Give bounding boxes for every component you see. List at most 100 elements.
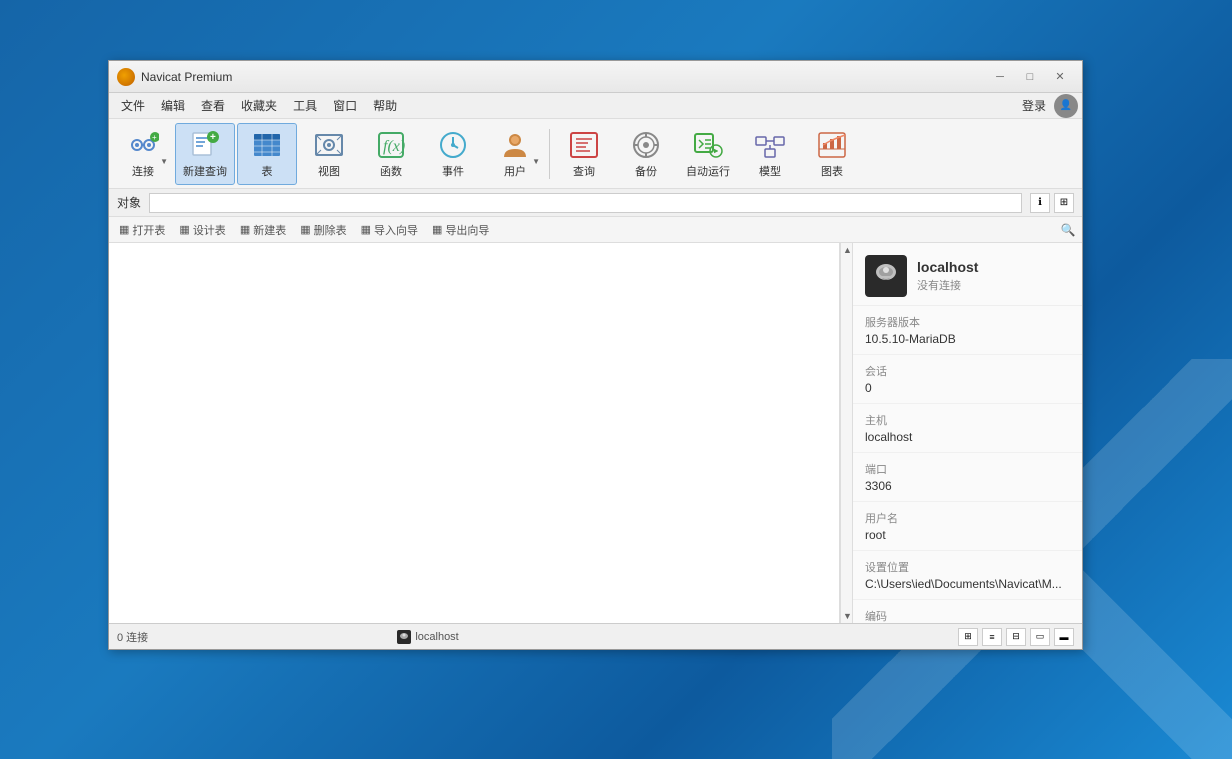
open-table-icon: ▦ [119,223,129,236]
toolbar-autorun-button[interactable]: 自动运行 [678,123,738,185]
server-logo [865,255,907,297]
grid-view-button[interactable]: ⊞ [958,628,978,646]
host-section: 主机 localhost [853,404,1082,453]
import-wizard-label: 导入向导 [374,222,418,238]
view-mode-button[interactable]: ⊞ [1054,193,1074,213]
table-icon [251,129,283,161]
user-label: 用户 [504,163,526,179]
toolbar-table-button[interactable]: 表 [237,123,297,185]
connect-icon: + [127,129,159,161]
design-table-icon: ▦ [179,223,189,236]
new-table-button[interactable]: ▦ 新建表 [234,220,292,240]
connect-label: 连接 [132,163,154,179]
import-wizard-button[interactable]: ▦ 导入向导 [355,220,424,240]
table-view-button[interactable]: ⊟ [1006,628,1026,646]
window-title: Navicat Premium [141,70,986,84]
toolbar: + 连接 ▼ + 新建查询 [109,119,1082,189]
toolbar-query-button[interactable]: 查询 [554,123,614,185]
backup-label: 备份 [635,163,657,179]
minimize-button[interactable]: ─ [986,67,1014,87]
toolbar-user-button[interactable]: 用户 ▼ [485,123,545,185]
settings-path-value: C:\Users\ied\Documents\Navicat\M... [865,577,1070,591]
new-table-label: 新建表 [253,222,286,238]
toolbar-model-button[interactable]: 模型 [740,123,800,185]
menu-edit[interactable]: 编辑 [153,94,193,117]
function-label: 函数 [380,163,402,179]
menu-help[interactable]: 帮助 [365,94,405,117]
encoding-section: 编码 [853,600,1082,623]
app-logo [117,68,135,86]
action-search-button[interactable]: 🔍 [1058,220,1078,240]
left-pane [109,243,840,623]
new-table-icon: ▦ [240,223,250,236]
menu-bar: 文件 编辑 查看 收藏夹 工具 窗口 帮助 登录 👤 [109,93,1082,119]
host-value: localhost [865,430,1070,444]
menu-view[interactable]: 查看 [193,94,233,117]
new-query-icon: + [189,129,221,161]
user-dropdown-icon: ▼ [532,157,540,166]
menu-tools[interactable]: 工具 [285,94,325,117]
main-content: ▲ ▼ localhost 没有连接 [109,243,1082,623]
toolbar-function-button[interactable]: f(x) 函数 [361,123,421,185]
username-section: 用户名 root [853,502,1082,551]
menu-favorites[interactable]: 收藏夹 [233,94,285,117]
menu-window[interactable]: 窗口 [325,94,365,117]
vertical-scrollbar[interactable]: ▲ ▼ [840,243,852,623]
user-avatar[interactable]: 👤 [1054,94,1078,118]
connection-count: 0 连接 [117,629,397,645]
export-wizard-icon: ▦ [432,223,442,236]
close-button[interactable]: ✕ [1046,67,1074,87]
svg-text:+: + [152,133,157,142]
session-value: 0 [865,381,1070,395]
active-server-name: localhost [415,631,458,643]
status-bar: 0 连接 localhost ⊞ ≡ ⊟ ▭ ▬ [109,623,1082,649]
toolbar-chart-button[interactable]: 图表 [802,123,862,185]
toolbar-backup-button[interactable]: 备份 [616,123,676,185]
info-icon-button[interactable]: ℹ [1030,193,1050,213]
backup-icon [630,129,662,161]
scroll-up-button[interactable]: ▲ [841,243,852,257]
restore-button[interactable]: □ [1016,67,1044,87]
event-label: 事件 [442,163,464,179]
toolbar-new-query-button[interactable]: + 新建查询 [175,123,235,185]
server-version-section: 服务器版本 10.5.10-MariaDB [853,306,1082,355]
scroll-down-button[interactable]: ▼ [841,609,852,623]
open-table-button[interactable]: ▦ 打开表 [113,220,171,240]
delete-table-button[interactable]: ▦ 删除表 [294,220,352,240]
encoding-label: 编码 [865,608,1070,623]
status-server-icon [397,630,411,644]
import-wizard-icon: ▦ [361,223,371,236]
server-header: localhost 没有连接 [853,243,1082,306]
username-value: root [865,528,1070,542]
single-view-button[interactable]: ▭ [1030,628,1050,646]
action-bar: ▦ 打开表 ▦ 设计表 ▦ 新建表 ▦ 删除表 ▦ 导入向导 ▦ 导出向导 🔍 [109,217,1082,243]
toolbar-separator-1 [549,129,550,179]
split-view-button[interactable]: ▬ [1054,628,1074,646]
right-info-panel: localhost 没有连接 服务器版本 10.5.10-MariaDB 会话 … [852,243,1082,623]
autorun-icon [692,129,724,161]
export-wizard-button[interactable]: ▦ 导出向导 [426,220,495,240]
status-view-icons: ⊞ ≡ ⊟ ▭ ▬ [958,628,1074,646]
toolbar-event-button[interactable]: 事件 [423,123,483,185]
connect-dropdown-icon: ▼ [160,157,168,166]
port-value: 3306 [865,479,1070,493]
object-bar: 对象 ℹ ⊞ [109,189,1082,217]
model-icon [754,129,786,161]
user-icon [499,129,531,161]
settings-label: 设置位置 [865,559,1070,575]
toolbar-connect-button[interactable]: + 连接 ▼ [113,123,173,185]
server-name: localhost [917,259,978,275]
query-icon [568,129,600,161]
window-controls: ─ □ ✕ [986,67,1074,87]
list-view-button[interactable]: ≡ [982,628,1002,646]
design-table-button[interactable]: ▦ 设计表 [173,220,231,240]
port-section: 端口 3306 [853,453,1082,502]
chart-icon [816,129,848,161]
object-search-input[interactable] [149,193,1022,213]
login-link[interactable]: 登录 [1014,94,1054,117]
menu-file[interactable]: 文件 [113,94,153,117]
active-server: localhost [397,630,958,644]
export-wizard-label: 导出向导 [445,222,489,238]
toolbar-view-button[interactable]: 视图 [299,123,359,185]
session-label: 会话 [865,363,1070,379]
